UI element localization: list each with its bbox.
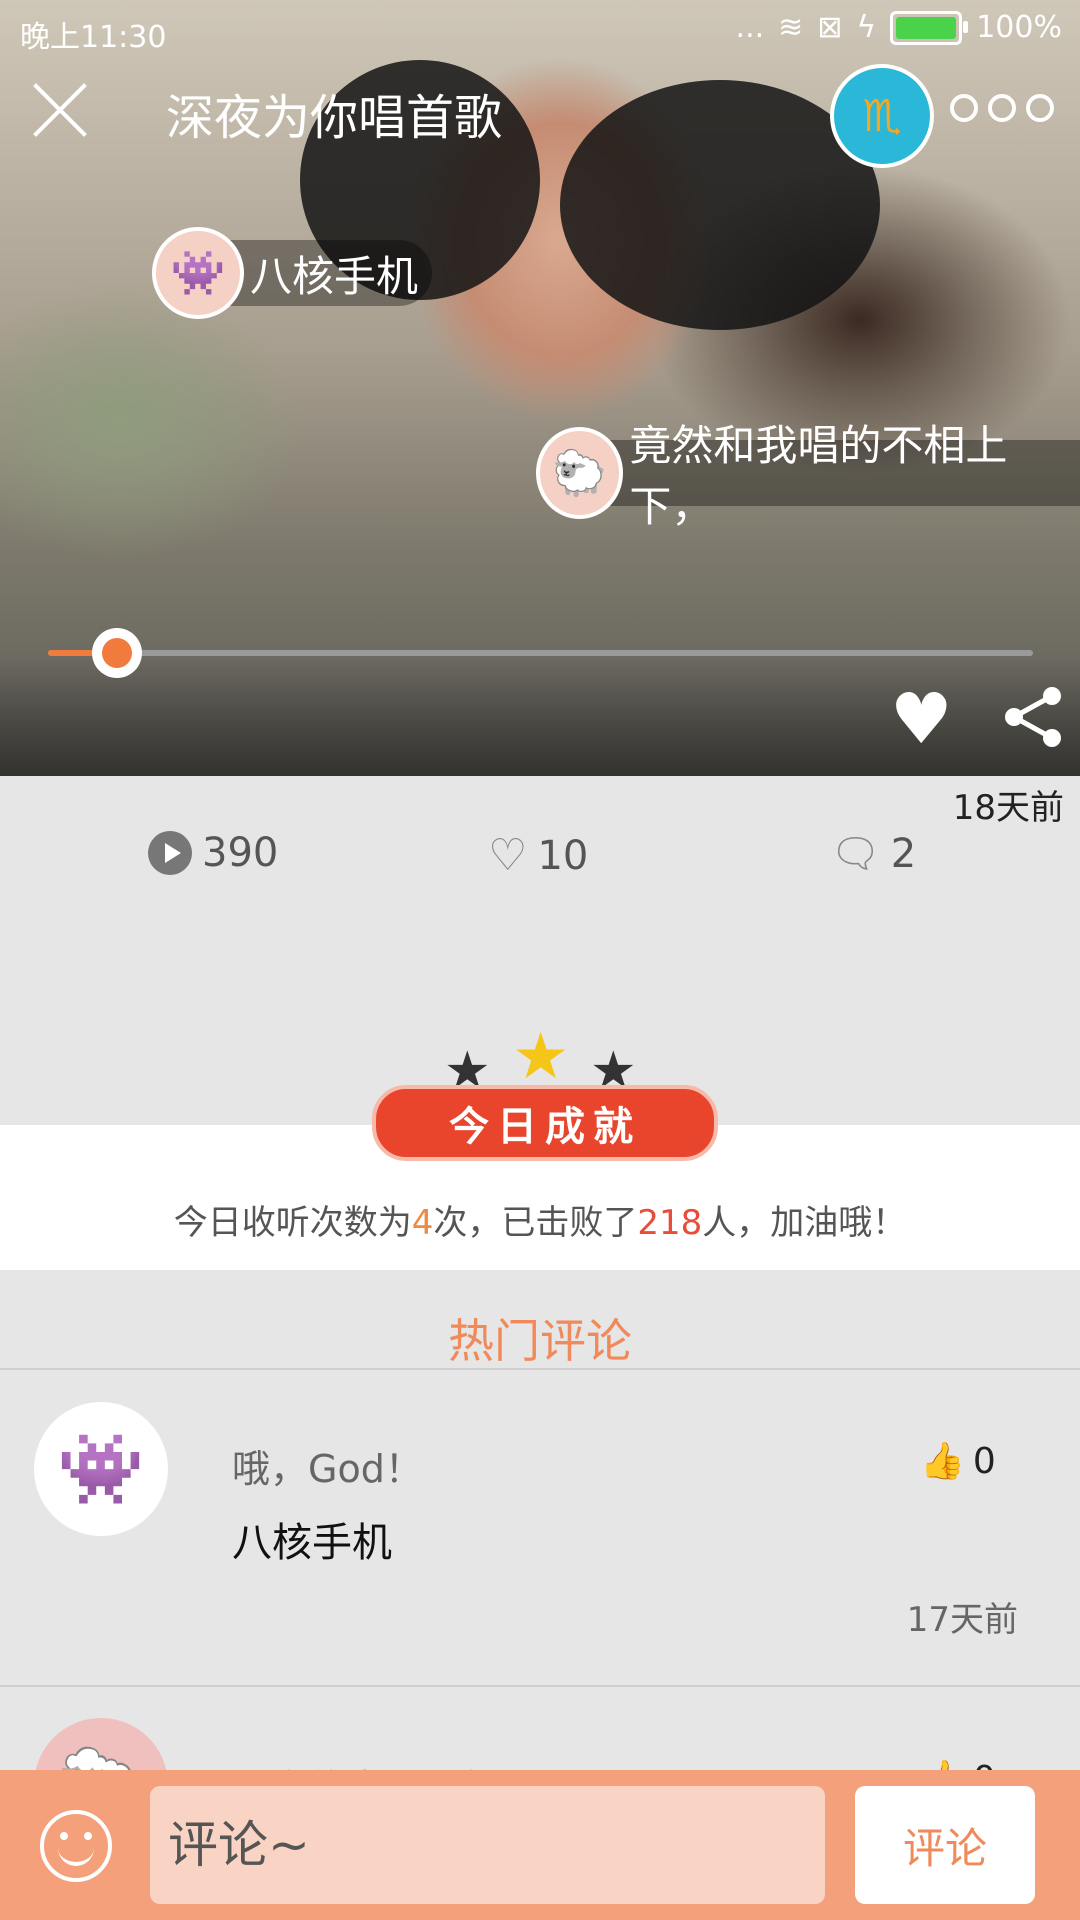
- star-icon: ★: [512, 1020, 570, 1094]
- comment-like[interactable]: 👍 0: [920, 1440, 996, 1483]
- listen-count: 4: [411, 1203, 434, 1243]
- like-count[interactable]: ♡ 10: [488, 830, 588, 881]
- post-stats: 390 ♡ 10 🗨 2: [0, 830, 1080, 900]
- wifi-icon: ≋: [778, 10, 804, 45]
- status-time: 晚上11:30: [20, 20, 167, 55]
- charging-icon: ϟ: [856, 10, 877, 45]
- hot-comments-title: 热门评论: [448, 1314, 632, 1368]
- play-count: 390: [148, 830, 278, 876]
- divider: [0, 1368, 1080, 1370]
- play-icon: [148, 831, 192, 875]
- comment-author[interactable]: 八核手机: [232, 1510, 392, 1568]
- emoji-icon[interactable]: [40, 1810, 112, 1882]
- comment-item[interactable]: 🐑 进击的中二少年 👍 0: [0, 1718, 1080, 1778]
- close-icon[interactable]: [30, 80, 90, 140]
- battery-icon: [890, 10, 969, 45]
- comment-count[interactable]: 🗨 2: [830, 830, 917, 878]
- progress-knob[interactable]: [91, 628, 142, 678]
- play-count-value: 390: [202, 830, 279, 876]
- top-bar: 深夜为你唱首歌 ♏: [0, 60, 1080, 168]
- danmu-bubble: 🐑 竟然和我唱的不相上下，: [536, 421, 1080, 531]
- sheep-avatar: 🐑: [536, 427, 624, 519]
- page-title: 深夜为你唱首歌: [166, 90, 503, 146]
- comment-time: 17天前: [906, 1600, 1018, 1640]
- post-time: 18天前: [952, 788, 1064, 828]
- monster-avatar[interactable]: 👾: [34, 1402, 168, 1536]
- comment-like-count: 0: [972, 1440, 996, 1482]
- achievement-text-part: 人，加油哦！: [702, 1203, 907, 1243]
- thumbs-up-icon: 👍: [920, 1441, 965, 1482]
- achievement-badge: ★ ★ ★ 今日成就: [372, 1020, 718, 1161]
- comment-input[interactable]: [150, 1786, 825, 1904]
- favorite-heart-icon[interactable]: ♥: [890, 684, 953, 754]
- share-icon[interactable]: [1000, 684, 1066, 750]
- heart-outline-icon: ♡: [488, 830, 528, 881]
- battery-percent: 100%: [976, 10, 1062, 45]
- signal-dots: ...: [735, 10, 765, 45]
- danmu-text: 竟然和我唱的不相上下，: [629, 421, 1008, 531]
- scorpio-badge-icon[interactable]: ♏: [830, 64, 934, 168]
- sim-icon: ⊠: [817, 10, 843, 45]
- achievement-text-part: 今日收听次数为: [173, 1203, 412, 1243]
- achievement-title: 今日成就: [372, 1085, 718, 1161]
- beaten-count: 218: [637, 1203, 703, 1243]
- divider: [0, 1685, 1080, 1687]
- playback-progress[interactable]: [48, 628, 1033, 678]
- danmu-text: 八核手机: [250, 251, 419, 301]
- submit-comment-button[interactable]: 评论: [855, 1786, 1035, 1904]
- status-bar: 晚上11:30 ... ≋ ⊠ ϟ 100%: [0, 0, 1080, 60]
- monster-avatar: 👾: [152, 227, 244, 319]
- danmu-bubble: 👾 八核手机: [152, 227, 433, 319]
- comment-item[interactable]: 👾 哦，God！ 八核手机 👍 0 17天前: [0, 1400, 1080, 1686]
- sheep-avatar[interactable]: 🐑: [34, 1718, 168, 1778]
- like-count-value: 10: [537, 832, 589, 879]
- comment-count-value: 2: [890, 830, 917, 877]
- comment-text: 哦，God！: [232, 1447, 423, 1491]
- achievement-text-part: 次，已击败了: [433, 1203, 638, 1243]
- comment-bar: 评论: [0, 1770, 1080, 1920]
- achievement-text: 今日收听次数为4次，已击败了218人，加油哦！: [0, 1195, 1080, 1244]
- comment-bubble-icon: 🗨: [830, 831, 881, 877]
- more-options-icon[interactable]: [950, 94, 1054, 122]
